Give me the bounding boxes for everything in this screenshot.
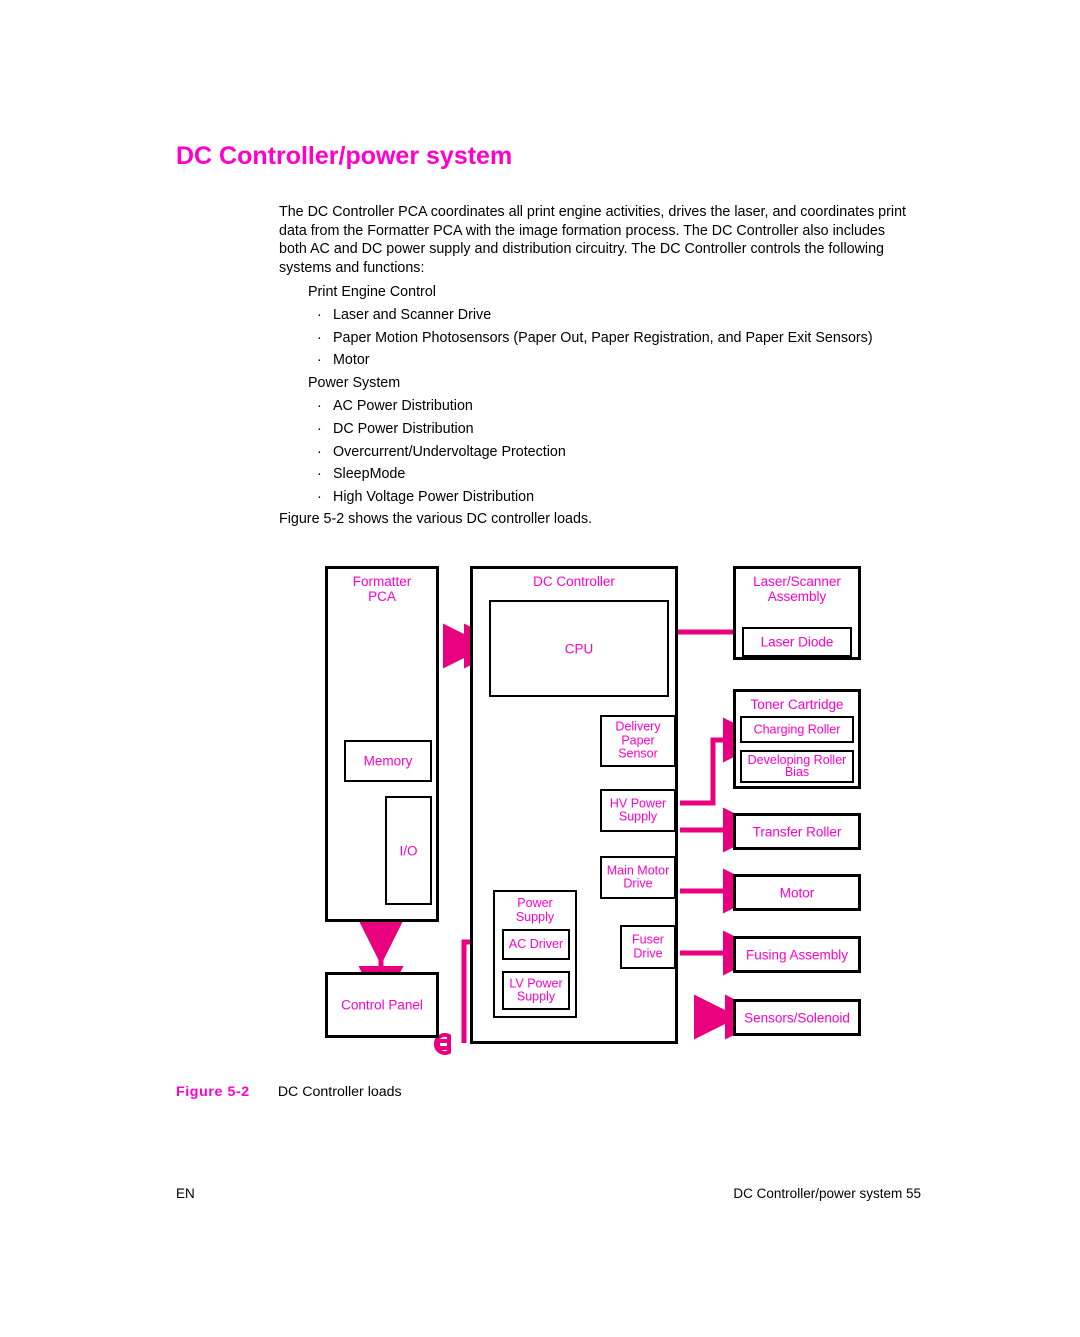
transfer-roller-label: Transfer Roller [752, 824, 842, 839]
lv-power-supply-label: LV Power Supply [509, 975, 563, 1004]
dc-controller-loads-diagram: Formatter PCA Memory I/O Control Panel DC… [0, 0, 1080, 1337]
block-main-motor-drive: Main Motor Drive [600, 856, 676, 899]
power-supply-label: Power Supply [515, 896, 555, 924]
delivery-paper-sensor-label: Delivery Paper Sensor [615, 719, 661, 761]
memory-label: Memory [363, 753, 413, 769]
block-motor: Motor [733, 874, 861, 911]
block-fuser-drive: Fuser Drive [620, 925, 676, 969]
motor-label: Motor [779, 885, 815, 900]
block-memory: Memory [344, 740, 432, 782]
control-panel-label: Control Panel [341, 997, 423, 1013]
main-motor-drive-label: Main Motor Drive [606, 862, 670, 891]
ac-driver-label: AC Driver [508, 936, 564, 951]
figure-caption: Figure 5-2 DC Controller loads [176, 1084, 402, 1100]
developing-roller-bias-label: Developing Roller Bias [747, 752, 847, 780]
sensors-solenoid-label: Sensors/Solenoid [744, 1010, 850, 1025]
figure-number: Figure 5-2 [176, 1084, 250, 1100]
block-ac-driver: AC Driver [502, 929, 570, 960]
block-lv-power-supply: LV Power Supply [502, 971, 570, 1010]
footer-language-code: EN [176, 1186, 195, 1201]
block-laser-diode: Laser Diode [742, 627, 852, 657]
toner-cartridge-label: Toner Cartridge [750, 697, 844, 712]
block-charging-roller: Charging Roller [740, 716, 854, 743]
block-fusing-assembly: Fusing Assembly [733, 936, 861, 973]
block-developing-roller-bias: Developing Roller Bias [740, 750, 854, 783]
laser-diode-label: Laser Diode [760, 634, 834, 650]
block-sensors-solenoid: Sensors/Solenoid [733, 999, 861, 1036]
hv-power-supply-label: HV Power Supply [609, 795, 667, 824]
cpu-label: CPU [564, 641, 594, 656]
block-hv-power-supply: HV Power Supply [600, 789, 676, 832]
fuser-drive-label: Fuser Drive [632, 932, 664, 960]
block-control-panel: Control Panel [325, 972, 439, 1038]
block-transfer-roller: Transfer Roller [733, 813, 861, 850]
block-delivery-paper-sensor: Delivery Paper Sensor [600, 715, 676, 767]
block-io: I/O [385, 796, 432, 905]
laser-scanner-assembly-label: Laser/Scanner Assembly [753, 574, 841, 604]
block-cpu: CPU [489, 600, 669, 697]
dc-controller-label: DC Controller [533, 574, 615, 589]
footer-section-page: DC Controller/power system 55 [733, 1186, 921, 1201]
io-label: I/O [399, 843, 418, 858]
figure-title: DC Controller loads [277, 1084, 402, 1100]
formatter-pca-label: Formatter PCA [352, 574, 412, 604]
charging-roller-label: Charging Roller [753, 722, 841, 736]
fusing-assembly-label: Fusing Assembly [745, 947, 849, 962]
